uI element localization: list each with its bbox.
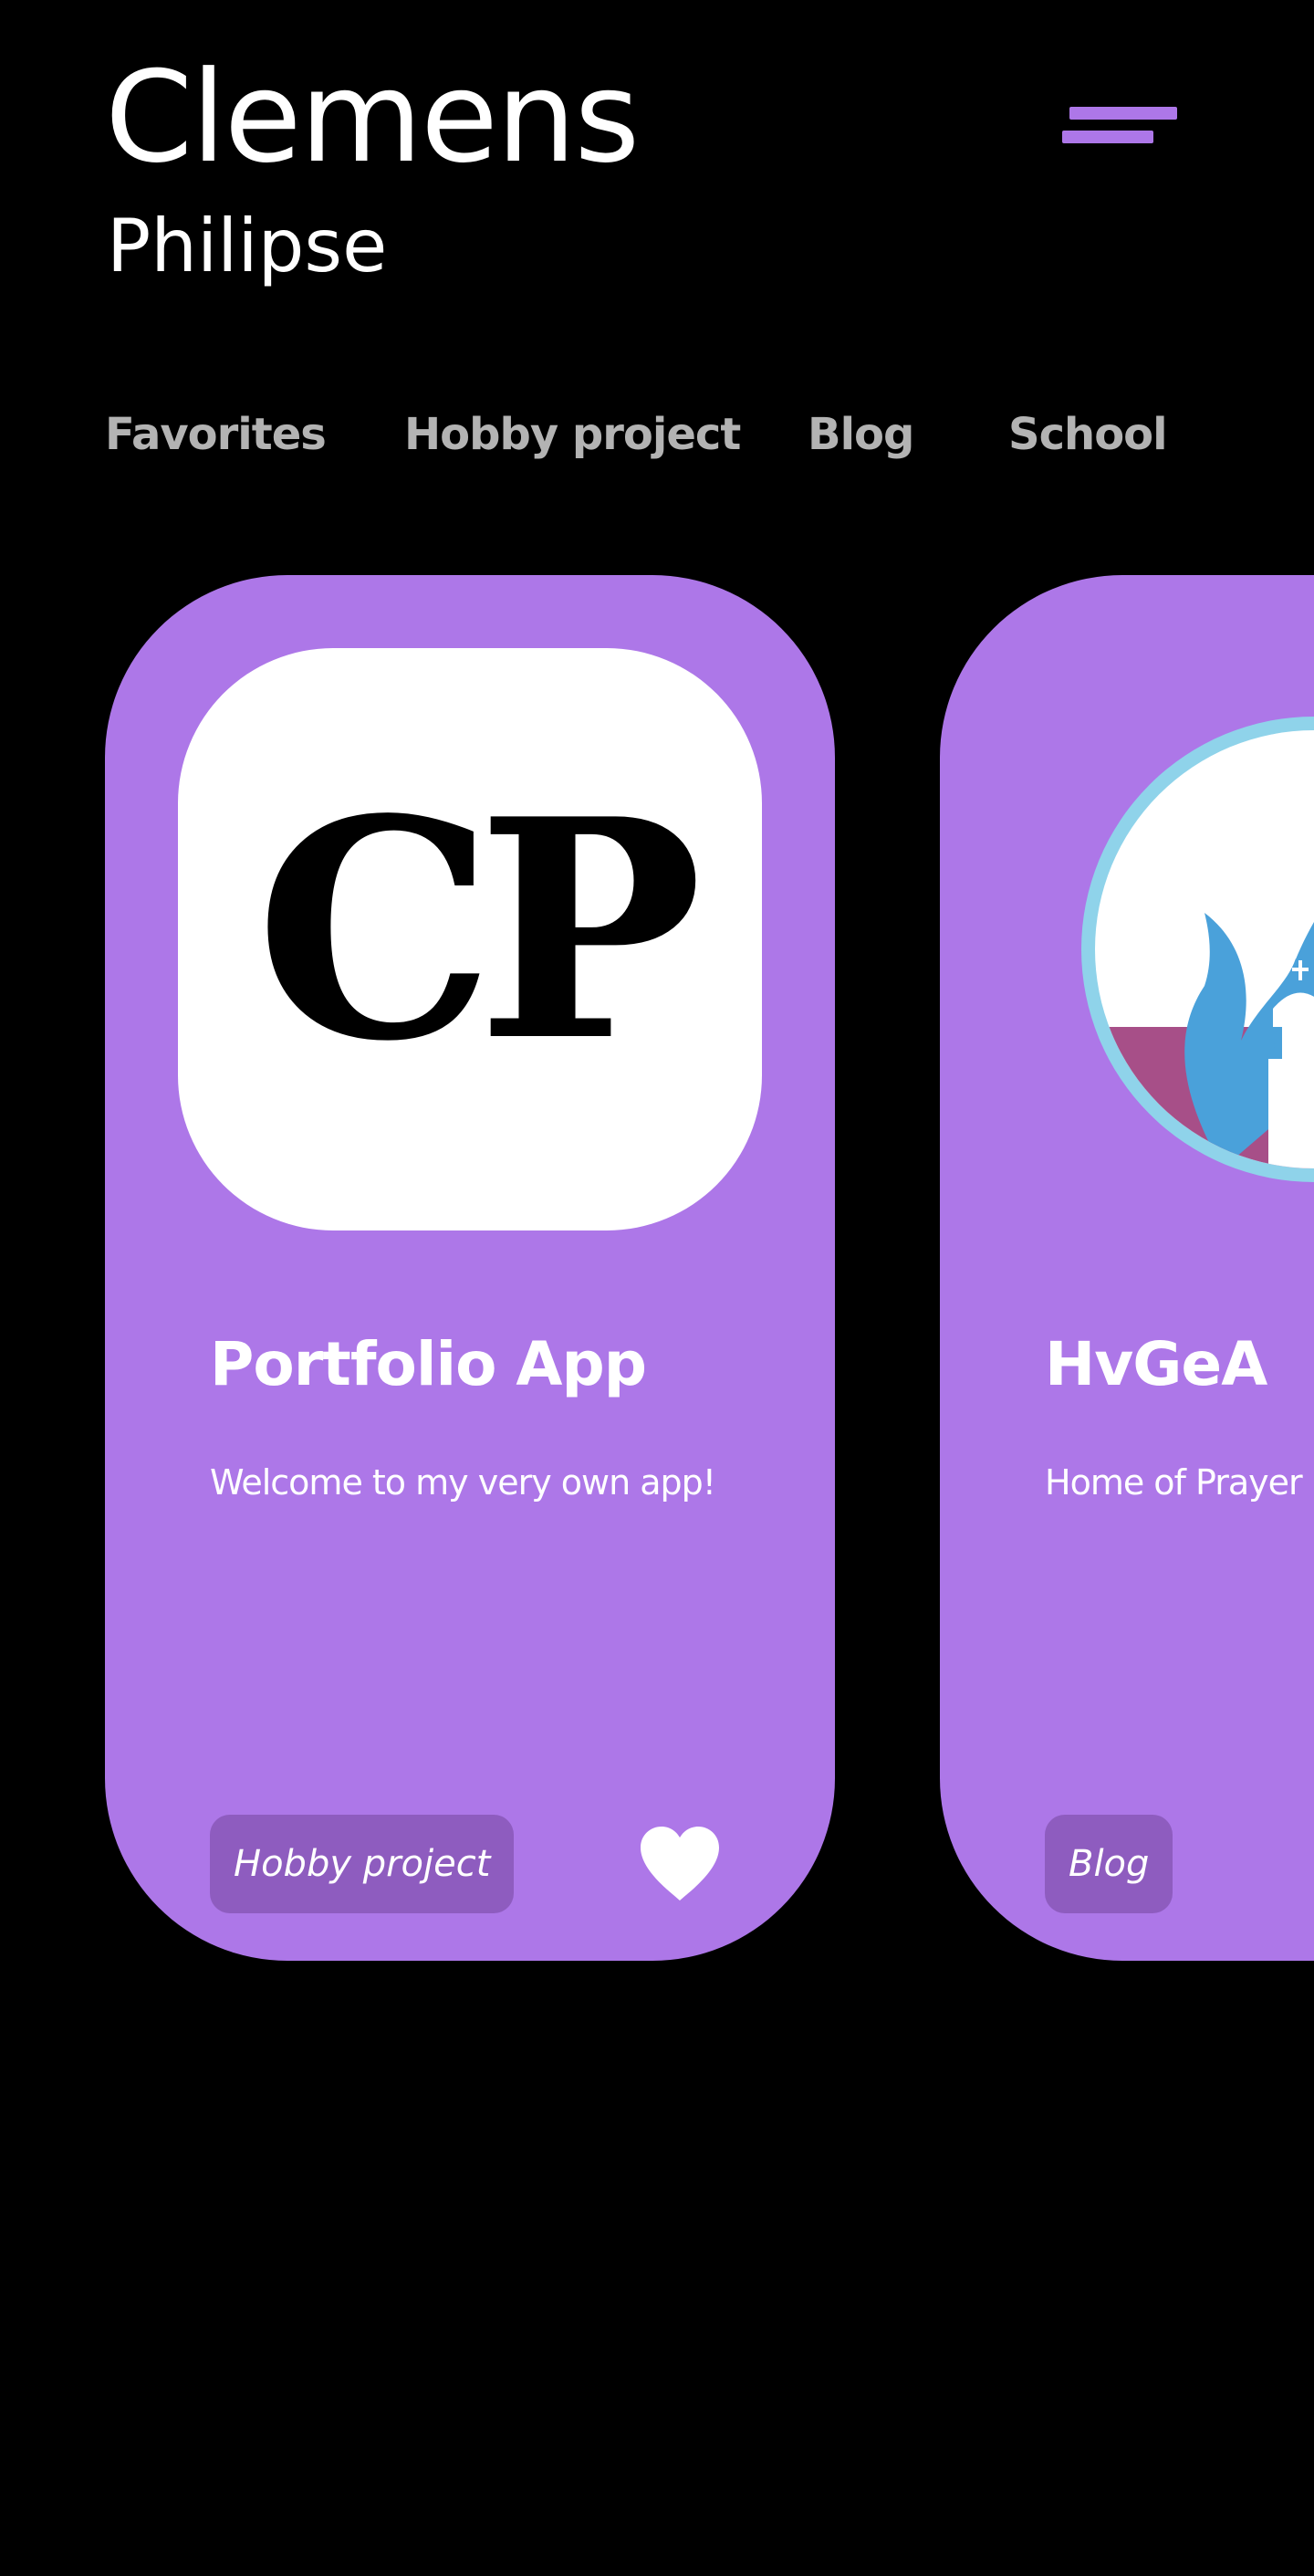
- project-card-portfolio-app[interactable]: CP Portfolio App Welcome to my very own …: [105, 575, 835, 1961]
- tab-school[interactable]: School: [1008, 413, 1168, 456]
- card-tag[interactable]: Hobby project: [210, 1815, 515, 1913]
- cp-logo-text: CP: [255, 753, 704, 1107]
- church-flame-logo-icon: [1077, 712, 1314, 1190]
- tab-favorites[interactable]: Favorites: [105, 413, 327, 456]
- card-title: Portfolio App: [210, 1329, 647, 1399]
- project-card-hvgea[interactable]: HvGeA Home of Prayer a Blog: [940, 575, 1314, 1961]
- page: Clemens Philipse Favorites Hobby project…: [0, 0, 1314, 2576]
- header-name: Clemens: [105, 44, 640, 191]
- menu-line-bottom: [1062, 131, 1153, 143]
- card-title: HvGeA: [1045, 1329, 1267, 1399]
- card-description: Welcome to my very own app!: [210, 1462, 716, 1503]
- card-tag[interactable]: Blog: [1045, 1815, 1173, 1913]
- favorite-button[interactable]: [639, 1826, 721, 1902]
- heart-icon: [641, 1827, 719, 1901]
- menu-button[interactable]: [1058, 96, 1186, 160]
- portfolio-app-logo: CP: [178, 648, 762, 1230]
- card-description: Home of Prayer a: [1045, 1462, 1314, 1503]
- menu-line-top: [1069, 107, 1177, 120]
- tab-blog[interactable]: Blog: [808, 413, 914, 456]
- tab-hobby-project[interactable]: Hobby project: [404, 413, 741, 456]
- header-surname: Philipse: [107, 204, 388, 288]
